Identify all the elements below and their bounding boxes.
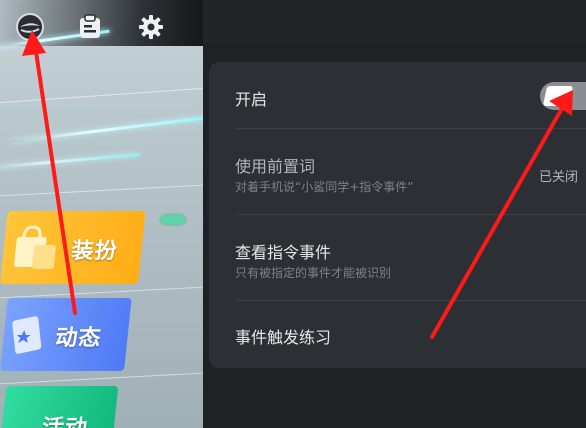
- clipboard-icon[interactable]: [73, 10, 107, 44]
- settings-card: 开启 使用前置词 对着手机说“小鲨同学+指令事件” 已关闭 查看指令事件 只有被…: [209, 62, 586, 368]
- setting-row-practice[interactable]: 事件触发练习: [209, 300, 586, 368]
- setting-label-enable: 开启: [235, 90, 268, 109]
- menu-card-news[interactable]: 动态: [0, 298, 132, 371]
- toggle-knob: [542, 86, 574, 106]
- menu-label-dressup: 装扮: [70, 239, 119, 264]
- setting-label-prefix: 使用前置词: [235, 157, 316, 176]
- light-streak: [10, 115, 203, 144]
- menu-card-dressup[interactable]: 装扮: [0, 211, 146, 284]
- setting-desc-view-events: 只有被指定的事件才能被识别: [235, 266, 392, 280]
- setting-row-view-events[interactable]: 查看指令事件 只有被指定的事件才能被识别: [209, 214, 586, 300]
- enable-toggle[interactable]: [540, 82, 586, 110]
- app-logo-icon[interactable]: [13, 10, 47, 44]
- game-side-panel: 装扮 动态 活动: [0, 0, 203, 428]
- setting-row-prefix[interactable]: 使用前置词 对着手机说“小鲨同学+指令事件” 已关闭: [209, 128, 586, 214]
- menu-label-news: 动态: [54, 326, 103, 351]
- star-card-icon: [12, 316, 42, 354]
- setting-label-practice: 事件触发练习: [235, 328, 332, 347]
- setting-status-prefix: 已关闭: [538, 170, 578, 185]
- setting-label-view-events: 查看指令事件: [235, 243, 332, 262]
- grid-line: [0, 372, 203, 385]
- shopping-bag-icon: [14, 225, 56, 269]
- grid-line: [0, 87, 203, 104]
- panel-header-bar: [203, 0, 586, 42]
- indicator-pill: [161, 215, 185, 224]
- setting-desc-prefix: 对着手机说“小鲨同学+指令事件”: [235, 180, 414, 194]
- grid-line: [0, 184, 203, 197]
- light-streak: [0, 153, 140, 170]
- grid-line: [0, 286, 203, 299]
- voice-settings-panel: 开启 使用前置词 对着手机说“小鲨同学+指令事件” 已关闭 查看指令事件 只有被…: [203, 0, 586, 428]
- gear-icon[interactable]: [134, 10, 168, 44]
- setting-row-enable[interactable]: 开启: [209, 62, 586, 128]
- menu-card-events[interactable]: 活动: [0, 386, 119, 428]
- menu-label-events: 活动: [40, 410, 90, 428]
